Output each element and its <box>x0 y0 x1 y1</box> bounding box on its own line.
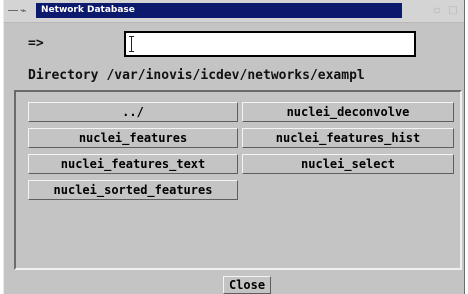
path-input[interactable] <box>124 31 416 57</box>
entry-nuclei-deconvolve[interactable]: nuclei_deconvolve <box>242 102 454 122</box>
directory-label: Directory <box>28 68 99 83</box>
file-list-panel: ../ nuclei_deconvolve nuclei_features nu… <box>14 90 462 270</box>
text-cursor-icon <box>129 36 134 52</box>
directory-row: Directory/var/inovis/icdev/networks/exam… <box>28 68 365 83</box>
minimize-icon[interactable]: ▫ <box>432 6 442 16</box>
entry-nuclei-sorted-features[interactable]: nuclei_sorted_features <box>28 180 238 200</box>
entry-nuclei-features-hist[interactable]: nuclei_features_hist <box>242 128 454 148</box>
window-title: Network Database <box>36 3 402 18</box>
network-icon: ⌁ <box>20 4 27 17</box>
directory-path: /var/inovis/icdev/networks/exampl <box>106 68 365 83</box>
title-bar[interactable]: ⌁ Network Database ▫ □ <box>4 0 464 23</box>
close-button[interactable]: Close <box>223 276 271 294</box>
maximize-icon[interactable]: □ <box>448 6 458 16</box>
entry-nuclei-select[interactable]: nuclei_select <box>242 154 454 174</box>
entry-nuclei-features[interactable]: nuclei_features <box>28 128 238 148</box>
network-database-window: ⌁ Network Database ▫ □ => Directory/var/… <box>3 0 465 294</box>
entry-parent-directory[interactable]: ../ <box>28 102 238 122</box>
entry-nuclei-features-text[interactable]: nuclei_features_text <box>28 154 238 174</box>
prompt-label: => <box>28 36 44 51</box>
window-menu-icon[interactable] <box>8 10 18 11</box>
